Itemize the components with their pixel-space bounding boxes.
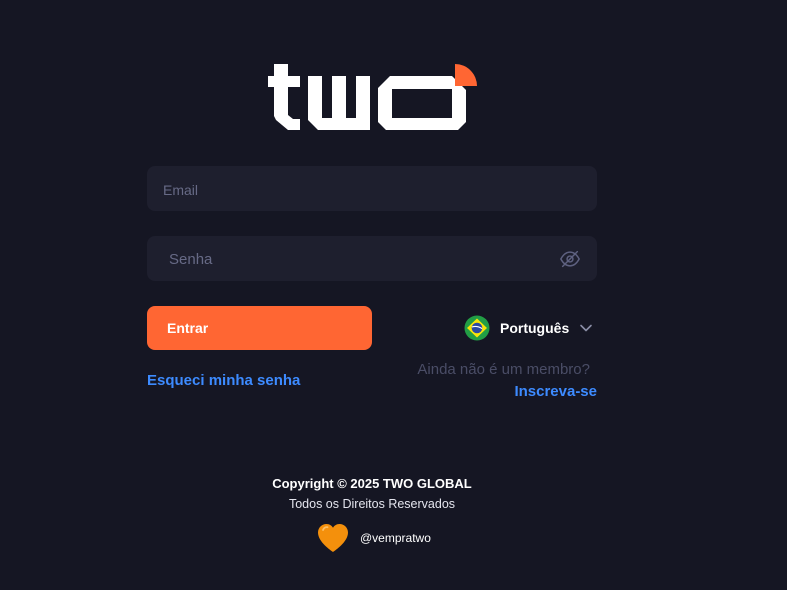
password-input[interactable] — [167, 236, 561, 283]
social-handle[interactable]: @vempratwo — [360, 531, 431, 545]
chevron-down-icon — [580, 324, 593, 332]
two-logo — [268, 64, 477, 130]
eye-off-icon[interactable] — [559, 248, 581, 270]
rights-text: Todos os Direitos Reservados — [288, 497, 456, 511]
brazil-flag-icon — [464, 315, 490, 341]
language-selector[interactable]: Português — [464, 314, 593, 342]
email-input[interactable] — [161, 166, 555, 213]
email-field[interactable] — [147, 166, 597, 213]
forgot-password-link[interactable]: Esqueci minha senha — [147, 372, 300, 389]
login-button[interactable]: Entrar — [147, 306, 372, 350]
signup-prompt: Ainda não é um membro? — [417, 361, 590, 378]
password-field[interactable] — [147, 236, 597, 283]
login-page: Entrar Português Esqueci minha senha Ain… — [0, 0, 787, 590]
copyright-text: Copyright © 2025 TWO GLOBAL — [272, 476, 472, 491]
signup-link[interactable]: Inscreva-se — [514, 383, 597, 400]
social-handle-row[interactable]: @vempratwo — [315, 520, 431, 556]
orange-heart-icon — [318, 524, 348, 552]
language-label: Português — [500, 320, 570, 336]
